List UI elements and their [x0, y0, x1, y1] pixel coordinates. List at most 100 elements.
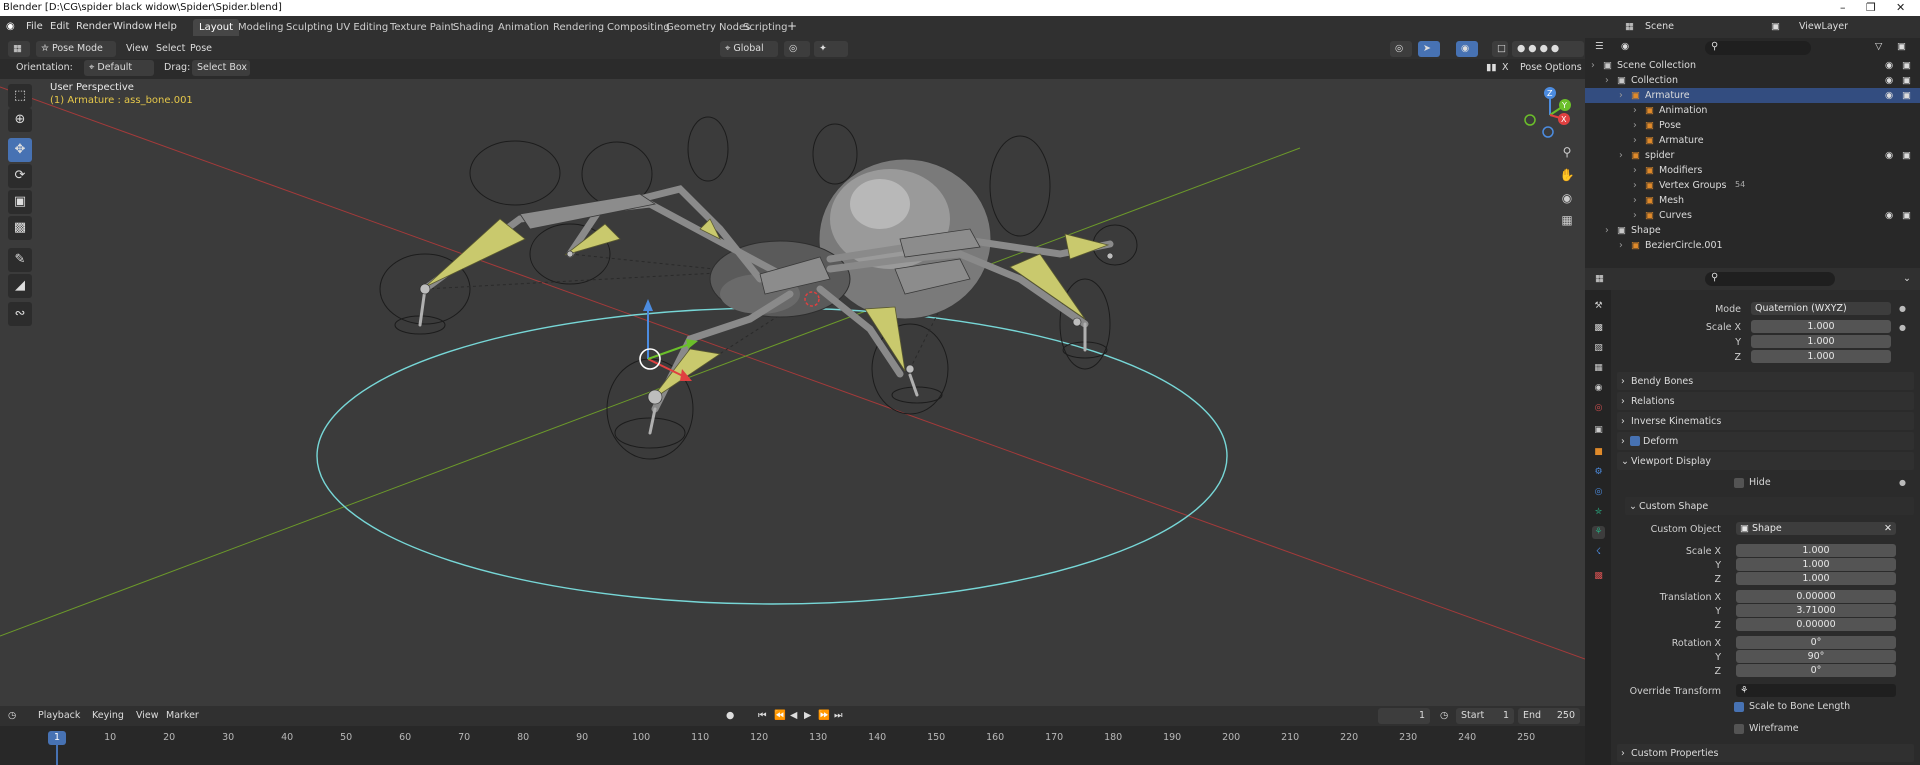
expand-arrow-icon[interactable]: ›	[1619, 90, 1623, 101]
perspective-grid-icon[interactable]: ▦	[1555, 213, 1579, 231]
blender-logo-icon[interactable]: ◉	[6, 21, 15, 32]
jump-end-icon[interactable]: ⏭	[834, 710, 843, 721]
translation-x-field[interactable]: 0.00000	[1736, 590, 1896, 603]
output-tab-icon[interactable]: ▧	[1592, 342, 1605, 355]
deform-checkbox[interactable]	[1630, 436, 1640, 446]
lock-icon[interactable]: ●	[1899, 323, 1906, 332]
keyframe-dot[interactable]: ●	[1899, 304, 1906, 313]
outliner-item-vertex-groups[interactable]: › ▣ Vertex Groups 54	[1585, 178, 1920, 193]
modifier-tab-icon[interactable]: ⚙	[1592, 466, 1605, 479]
outliner-item-scene-collection[interactable]: › ▣ Scene Collection ◉ ▣	[1585, 58, 1920, 73]
object-tab-icon[interactable]: ■	[1592, 446, 1605, 459]
start-frame-field[interactable]: Start 1	[1456, 708, 1514, 724]
menu-file[interactable]: File	[26, 21, 43, 32]
expand-arrow-icon[interactable]: ›	[1633, 210, 1637, 221]
expand-arrow-icon[interactable]: ›	[1633, 120, 1637, 131]
tab-animation[interactable]: Animation	[492, 19, 555, 36]
menu-edit[interactable]: Edit	[50, 21, 69, 32]
prev-keyframe-icon[interactable]: ⏪	[774, 710, 786, 721]
pan-hand-icon[interactable]: ✋	[1555, 168, 1579, 186]
visibility-eye-icon[interactable]: ◉	[1885, 60, 1893, 71]
filter-icon[interactable]: ▽	[1875, 41, 1882, 52]
menu-view[interactable]: View	[136, 710, 159, 721]
cs-scale-z-field[interactable]: 1.000	[1736, 572, 1896, 585]
custom-object-field[interactable]: ▣ Shape ✕	[1736, 522, 1896, 535]
menu-view[interactable]: View	[126, 43, 149, 54]
scene-tab-icon[interactable]: ◉	[1592, 382, 1605, 395]
properties-editor-icon[interactable]: ▦	[1595, 273, 1604, 284]
navigation-gizmo[interactable]: Z Y X	[1520, 85, 1580, 145]
maximize-icon[interactable]: ❐	[1866, 1, 1876, 14]
panel-deform[interactable]: › Deform	[1617, 432, 1914, 450]
scale-z-field[interactable]: 1.000	[1751, 350, 1891, 363]
scale-x-field[interactable]: 1.000	[1751, 320, 1891, 333]
rotation-x-field[interactable]: 0°	[1736, 636, 1896, 649]
rotation-mode-dropdown[interactable]: Quaternion (WXYZ)	[1751, 302, 1891, 315]
xray-icon[interactable]: □	[1492, 41, 1508, 57]
preview-range-icon[interactable]: ◷	[1440, 710, 1448, 721]
render-camera-icon[interactable]: ▣	[1902, 75, 1911, 86]
visibility-eye-icon[interactable]: ◉	[1885, 90, 1893, 101]
expand-arrow-icon[interactable]: ›	[1633, 105, 1637, 116]
overlay-toggle-icon[interactable]: ◉	[1456, 41, 1478, 57]
menu-select[interactable]: Select	[156, 43, 185, 54]
menu-marker[interactable]: Marker	[166, 710, 199, 721]
panel-custom-shape[interactable]: ⌄ Custom Shape	[1625, 497, 1914, 515]
expand-arrow-icon[interactable]: ›	[1633, 180, 1637, 191]
rotation-z-field[interactable]: 0°	[1736, 664, 1896, 677]
transform-orientation-dropdown[interactable]: ⌖ Global	[720, 41, 778, 57]
render-tab-icon[interactable]: ▩	[1592, 322, 1605, 335]
visibility-eye-icon[interactable]: ◉	[1885, 150, 1893, 161]
rotation-y-field[interactable]: 90°	[1736, 650, 1896, 663]
menu-help[interactable]: Help	[154, 21, 177, 32]
bone-constraint-tab-icon[interactable]: ☇	[1592, 546, 1605, 559]
drag-dropdown[interactable]: Select Box	[192, 60, 250, 76]
cursor-tool-icon[interactable]: ⊕	[8, 108, 32, 132]
outliner-search-input[interactable]: ⚲	[1705, 41, 1811, 55]
rotate-tool-icon[interactable]: ⟳	[8, 164, 32, 188]
scale-to-bone-length-checkbox[interactable]	[1734, 702, 1744, 712]
camera-view-icon[interactable]: ◉	[1555, 191, 1579, 209]
expand-arrow-icon[interactable]: ›	[1633, 135, 1637, 146]
measure-tool-icon[interactable]: ◢	[8, 274, 32, 298]
outliner-item-mesh[interactable]: › ▣ Mesh	[1585, 193, 1920, 208]
viewlayer-name[interactable]: ViewLayer	[1799, 21, 1848, 32]
annotate-tool-icon[interactable]: ✎	[8, 248, 32, 272]
scale-y-field[interactable]: 1.000	[1751, 335, 1891, 348]
outliner-item-pose[interactable]: › ▣ Pose	[1585, 118, 1920, 133]
menu-window[interactable]: Window	[113, 21, 152, 32]
pivot-icon[interactable]: ◎	[784, 41, 810, 57]
minimize-icon[interactable]: –	[1840, 1, 1846, 14]
translation-z-field[interactable]: 0.00000	[1736, 618, 1896, 631]
visibility-icon[interactable]: ◎	[1390, 41, 1412, 57]
expand-arrow-icon[interactable]: ›	[1605, 225, 1609, 236]
panel-inverse-kinematics[interactable]: › Inverse Kinematics	[1617, 412, 1914, 430]
3d-viewport[interactable]: Z Y X ⚲ ✋ ◉ ▦	[0, 79, 1585, 706]
menu-pose[interactable]: Pose	[190, 43, 212, 54]
clear-icon[interactable]: ✕	[1884, 522, 1892, 535]
shading-mode-icons[interactable]: ● ● ● ●	[1512, 41, 1584, 57]
record-icon[interactable]: ●	[726, 710, 734, 721]
panel-viewport-display[interactable]: ⌄ Viewport Display	[1617, 452, 1914, 470]
select-box-tool-icon[interactable]: ⬚	[8, 84, 32, 108]
timeline-ruler[interactable]: 1 10 20 30 40 50 60 70 80 90 100 110 120 130 140 150 160…	[0, 726, 1585, 765]
view-layer-tab-icon[interactable]: ▦	[1592, 362, 1605, 375]
tool-tab-icon[interactable]: ⚒	[1592, 300, 1605, 313]
cs-scale-x-field[interactable]: 1.000	[1736, 544, 1896, 557]
scene-name[interactable]: Scene	[1645, 21, 1674, 32]
world-tab-icon[interactable]: ◎	[1592, 402, 1605, 415]
close-icon[interactable]: ✕	[1896, 1, 1905, 14]
expand-arrow-icon[interactable]: ›	[1619, 240, 1623, 251]
outliner-item-animation[interactable]: › ▣ Animation	[1585, 103, 1920, 118]
outliner-item-shape[interactable]: › ▣ Shape	[1585, 223, 1920, 238]
render-camera-icon[interactable]: ▣	[1902, 210, 1911, 221]
panel-relations[interactable]: › Relations	[1617, 392, 1914, 410]
expand-arrow-icon[interactable]: ›	[1633, 165, 1637, 176]
outliner-item-collection[interactable]: › ▣ Collection ◉ ▣	[1585, 73, 1920, 88]
outliner-item-curves[interactable]: › ▣ Curves ◉ ▣	[1585, 208, 1920, 223]
zoom-icon[interactable]: ⚲	[1555, 145, 1579, 163]
cs-scale-y-field[interactable]: 1.000	[1736, 558, 1896, 571]
panel-bendy-bones[interactable]: › Bendy Bones	[1617, 372, 1914, 390]
x-mirror-toggle[interactable]: X	[1502, 62, 1509, 73]
bone-tab-icon[interactable]: ⚘	[1592, 526, 1605, 539]
